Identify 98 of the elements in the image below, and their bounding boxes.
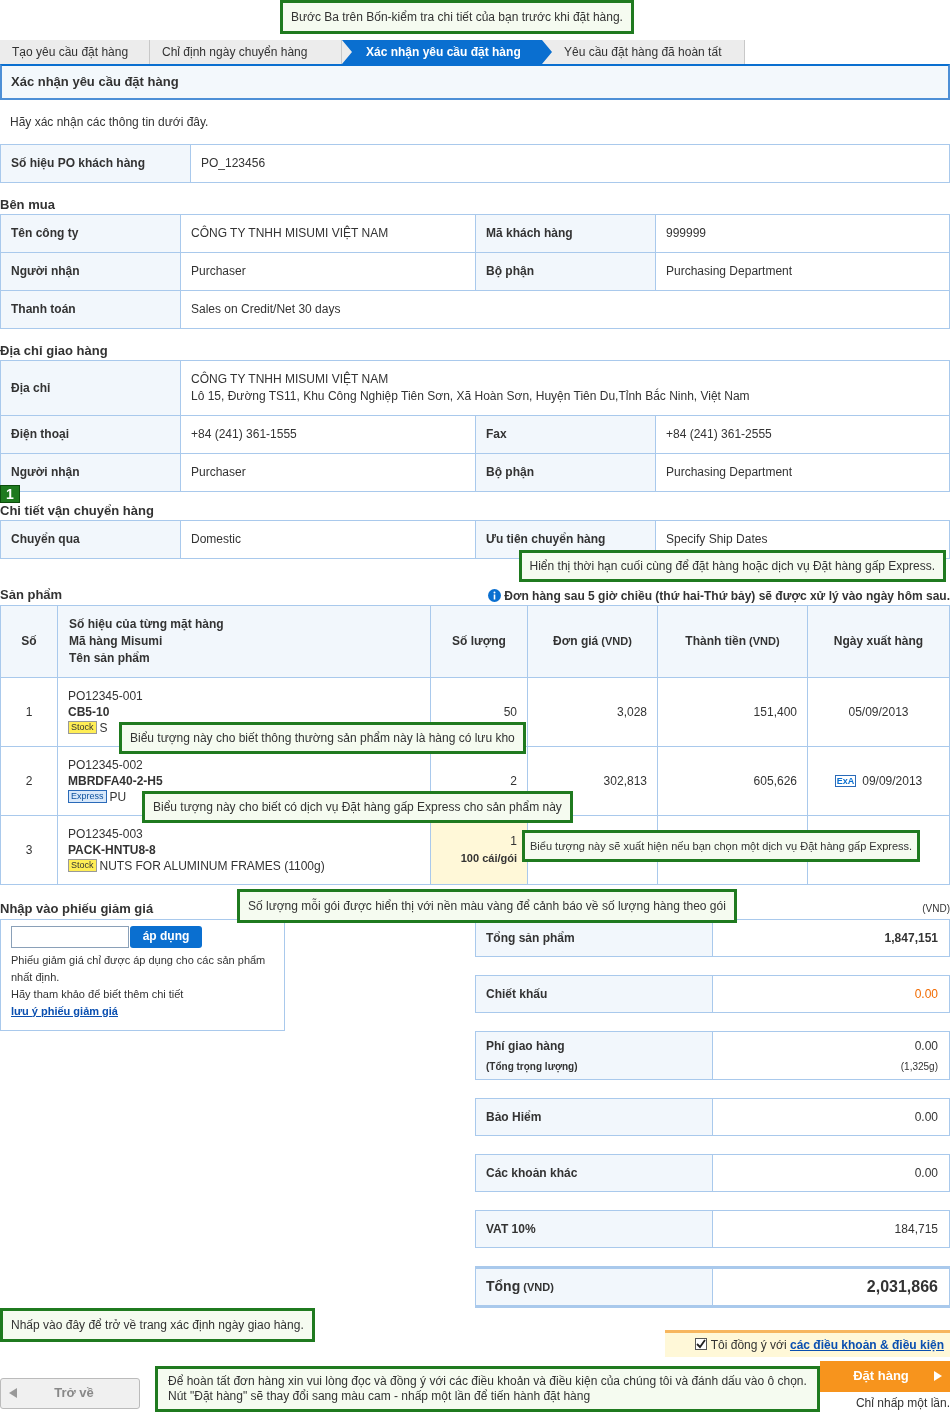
click-once-note: Chỉ nhấp một lần.: [855, 1394, 950, 1412]
check-icon: [695, 1338, 706, 1349]
intro-text: Hãy xác nhận các thông tin dưới đây.: [9, 114, 210, 131]
column-header: Số hiệu của từng mặt hàng Mã hàng Misumi Tên sản phẩm: [57, 605, 431, 677]
coupon-link[interactable]: lưu ý phiếu giảm giá: [11, 1004, 118, 1017]
back-tooltip: Nhấp vào đây để trở về trang xác định ngày giao hàng.: [0, 1307, 315, 1342]
section-heading: Chi tiết vận chuyển hàng: [0, 503, 155, 519]
product-name: PU: [109, 788, 127, 805]
row-number: 3: [0, 815, 58, 884]
column-header: Số lượng: [430, 605, 528, 677]
section-heading: Sản phẩm: [0, 586, 63, 604]
part-number: PACK-HNTU8-8: [68, 841, 157, 858]
summary-value: 184,715: [894, 1220, 938, 1238]
product-name: S: [99, 719, 108, 736]
subtotal: 605,626: [657, 746, 808, 815]
field-label: Điện thoại: [0, 415, 181, 454]
field-value: 999999: [655, 214, 950, 253]
step-tooltip: Bước Ba trên Bốn-kiểm tra chi tiết của bạn trước khi đặt hàng.: [280, 0, 634, 34]
coupon-help: Hãy tham khảo để biết thêm chi tiết lưu ý phiếu giảm giá: [11, 986, 185, 1019]
coupon-field[interactable]: [11, 925, 129, 948]
badge: Stock: [68, 859, 97, 872]
row-tooltip: Biểu tượng này sẽ xuất hiện nếu bạn chọn một dịch vụ Đặt hàng gấp Express.: [522, 829, 921, 862]
field-label: Địa chỉ: [0, 360, 181, 416]
summary-label: VAT 10%: [486, 1220, 537, 1238]
field-label: Bộ phận: [475, 252, 656, 291]
shipping-tooltip: Hiển thị thời hạn cuối cùng để đặt hàng hoặc dịch vụ Đặt hàng gấp Express.: [518, 550, 946, 582]
unit-price: 3,028: [527, 677, 658, 746]
summary-subvalue: (1,325g): [900, 1059, 938, 1074]
field-label: Bộ phận: [475, 453, 656, 492]
field-label: Số hiệu PO khách hàng: [0, 144, 191, 183]
field-value: CÔNG TY TNHH MISUMI VIỆT NAM: [180, 214, 476, 253]
summary-label: Các khoản khác: [486, 1164, 579, 1182]
terms-checkbox[interactable]: [694, 1337, 707, 1350]
field-label: Thanh toán: [0, 290, 181, 329]
part-number: CB5-10: [68, 703, 111, 720]
summary-label: Chiết khấu: [486, 985, 549, 1003]
po-number: PO12345-002: [68, 756, 144, 773]
row-number: 2: [0, 746, 58, 815]
summary-label: Bảo Hiểm: [486, 1108, 543, 1126]
ship-date: 09/09/2013: [862, 773, 923, 790]
field-value: Purchaser: [180, 453, 476, 492]
info-icon: [488, 589, 502, 602]
express-mark: ExA: [834, 775, 857, 787]
column-header: Ngày xuất hàng: [807, 605, 950, 677]
field-label: Mã khách hàng: [475, 214, 656, 253]
notice-text: Đơn hàng sau 5 giờ chiều (thứ hai-Thứ bảy) sẽ được xử lý vào ngày hôm sau.: [504, 587, 950, 605]
terms-agreement[interactable]: Tôi đồng ý với các điều khoản & điều kiện: [665, 1329, 950, 1357]
row-number: 1: [0, 677, 58, 746]
badge: Stock: [68, 721, 97, 734]
summary-value: 0.00: [914, 985, 938, 1003]
apply-button[interactable]: áp dụng: [130, 925, 202, 948]
product-name: NUTS FOR ALUMINUM FRAMES (1100g): [99, 857, 325, 874]
field-value: Purchasing Department: [655, 252, 950, 291]
field-value: Purchaser: [180, 252, 476, 291]
section-heading: Nhập vào phiếu giảm giá: [0, 900, 154, 918]
field-label: Chuyển qua: [0, 520, 181, 559]
caret-right-icon: [934, 1371, 942, 1381]
field-value: +84 (241) 361-2555: [655, 415, 950, 454]
po-number: PO12345-003: [68, 825, 144, 842]
field-label: Tên công ty: [0, 214, 181, 253]
page-title: Xác nhận yêu cầu đặt hàng: [0, 64, 950, 100]
terms-link[interactable]: các điều khoản & điều kiện: [789, 1337, 944, 1352]
ship-date: 05/09/2013: [848, 703, 909, 721]
row-tooltip: Biểu tượng này cho biết có dịch vụ Đặt hàng gấp Express cho sản phẩm này: [142, 790, 573, 823]
progress-step: Xác nhận yêu cầu đặt hàng: [342, 40, 552, 64]
summary-value: 2,031,866: [866, 1276, 938, 1297]
caret-left-icon: [9, 1388, 17, 1398]
column-header: Thành tiền (VND): [657, 605, 808, 677]
column-header: Số: [0, 605, 58, 677]
summary-value: 0.00: [914, 1164, 938, 1182]
po-number: PO12345-001: [68, 687, 144, 704]
summary-label: Phí giao hàng: [486, 1037, 566, 1055]
field-label: Người nhận: [0, 252, 181, 291]
column-header: Đơn giá (VND): [527, 605, 658, 677]
part-number: MBRDFA40-2-H5: [68, 772, 164, 789]
field-value: CÔNG TY TNHH MISUMI VIỆT NAM Lô 15, Đường TS11, Khu Công Nghiệp Tiên Sơn, Xã Hoàn Sơn, Huyện Tiên Du,Tỉnh Bắc Ninh, Việt Nam: [180, 360, 950, 416]
summary-value: 1,847,151: [884, 929, 938, 947]
terms-text: Tôi đồng ý với các điều khoản & điều kiện: [710, 1336, 944, 1354]
field-label: Fax: [475, 415, 656, 454]
section-heading: Bên mua: [0, 197, 56, 213]
summary-label: Tổng (VND): [486, 1277, 555, 1296]
field-value: Sales on Credit/Net 30 days: [180, 290, 950, 329]
section-heading: Địa chỉ giao hàng: [0, 343, 109, 359]
row-tooltip: Biểu tượng này cho biết thông thường sản phẩm này là hàng có lưu kho: [119, 721, 526, 754]
order-tooltip: Để hoàn tất đơn hàng xin vui lòng đọc và đồng ý với các điều khoản và điều kiện của chúng tôi và đánh dấu vào ô chọn. Nút "Đặt hàng" sẽ thay đổi sang màu cam - nhấp một lần để tiến hành đặt hàng: [155, 1365, 820, 1412]
summary-value: 0.00: [914, 1037, 938, 1055]
pack-tooltip: Số lượng mỗi gói được hiển thị với nền màu vàng để cảnh báo về số lượng hàng theo gói: [237, 888, 737, 923]
currency-unit: (VND): [922, 901, 950, 916]
field-value: Domestic: [180, 520, 476, 559]
summary-label: Tổng sản phẩm: [486, 929, 576, 947]
field-value: +84 (241) 361-1555: [180, 415, 476, 454]
field-value: Purchasing Department: [655, 453, 950, 492]
badge: Express: [68, 790, 107, 803]
summary-value: 0.00: [914, 1108, 938, 1126]
coupon-note: Phiếu giảm giá chỉ được áp dụng cho các sản phẩm nhất định.: [11, 952, 267, 985]
summary-sublabel: (Tổng trọng lượng): [486, 1059, 579, 1074]
subtotal: 151,400: [657, 677, 808, 746]
field-value: PO_123456: [190, 144, 950, 183]
